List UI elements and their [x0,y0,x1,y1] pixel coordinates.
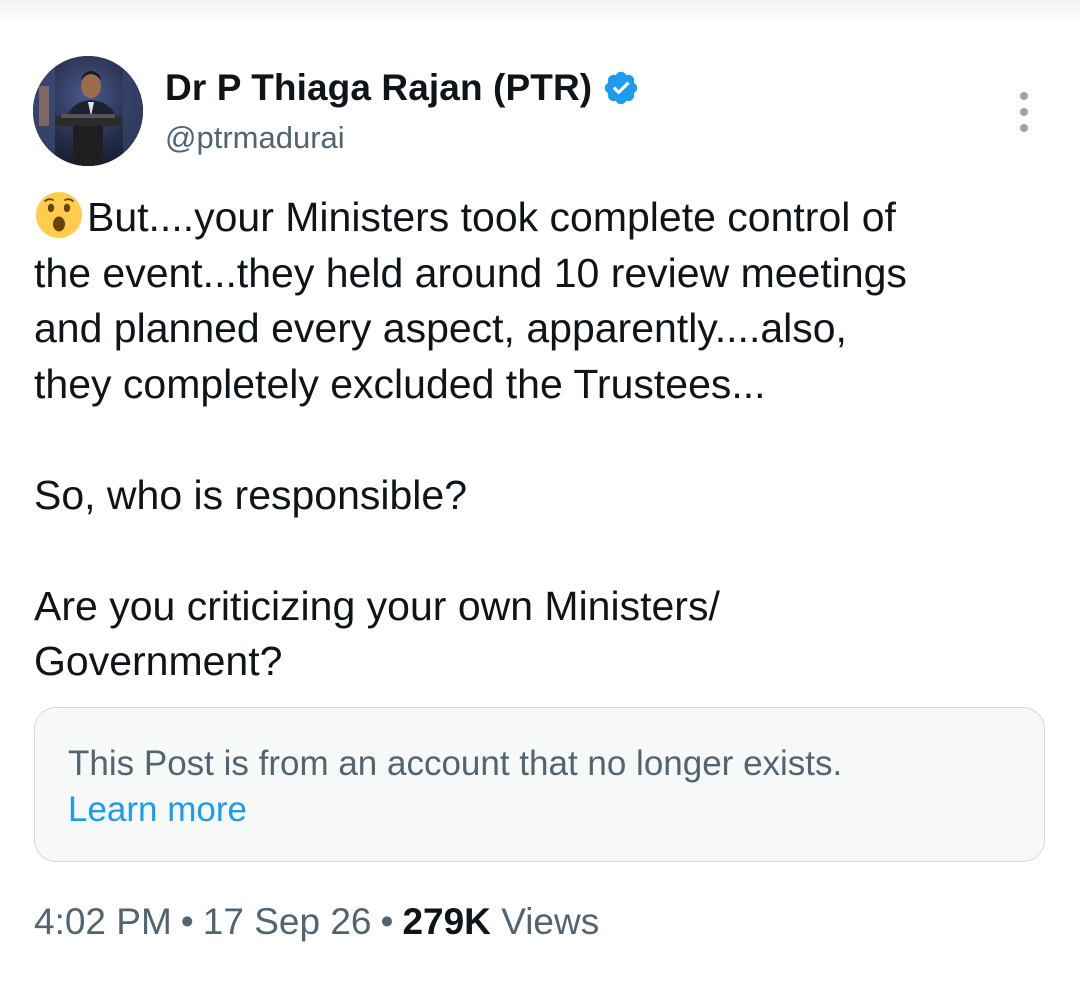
unavailable-quote-notice: This Post is from an account that no lon… [34,707,1045,862]
views-count[interactable]: 279K [402,901,490,942]
tweet-meta: 4:02 PM • 17 Sep 26 • 279K Views [34,898,599,946]
views-label[interactable]: Views [501,901,599,942]
more-dot [1020,92,1028,100]
avatar-photo [33,56,143,166]
more-dot [1020,108,1028,116]
display-name[interactable]: Dr P Thiaga Rajan (PTR) [165,67,592,109]
learn-more-link[interactable]: Learn more [68,787,247,833]
author-name-row[interactable]: Dr P Thiaga Rajan (PTR) [165,62,640,114]
more-options-icon[interactable] [1012,92,1036,132]
meta-separator: • [380,901,394,942]
tweet-paragraph-2: So, who is responsible? [34,471,468,518]
avatar[interactable] [33,56,143,166]
tweet-paragraph-3: Are you criticizing your own Ministers/ … [34,582,720,685]
notice-text: This Post is from an account that no lon… [68,744,843,783]
top-edge-shadow [0,0,1080,22]
more-dot [1020,124,1028,132]
meta-separator: • [180,901,194,942]
tweet-date[interactable]: 17 Sep 26 [203,901,372,942]
tweet-paragraph-1-text: But....your Ministers took complete cont… [34,194,907,407]
tweet-time[interactable]: 4:02 PM [34,901,172,942]
tweet-text: But....your Ministers took complete cont… [34,190,1044,690]
author-handle[interactable]: @ptrmadurai [165,120,345,156]
tweet-paragraph-1: But....your Ministers took complete cont… [34,190,1044,412]
astonished-face-emoji [34,190,84,240]
tweet-detail-view: Dr P Thiaga Rajan (PTR) @ptrmadurai But.… [0,0,1080,989]
verified-badge-icon [602,69,640,107]
